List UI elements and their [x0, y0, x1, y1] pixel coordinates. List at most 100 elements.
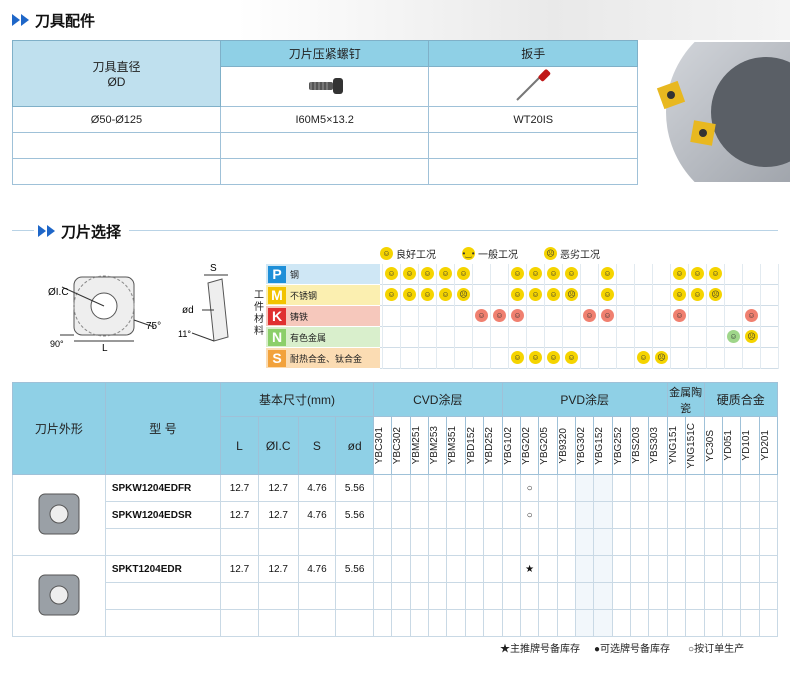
- grade-label: YBM351: [447, 426, 459, 465]
- grid-line: [760, 264, 761, 369]
- good-face-icon: ☺: [565, 267, 578, 280]
- grade-cell: [538, 555, 558, 583]
- grade-cell: [703, 582, 723, 610]
- material-letter: N: [268, 328, 286, 346]
- grade-cell: [758, 501, 779, 529]
- grade-label: YBC302: [392, 426, 404, 465]
- grid-line: [562, 264, 563, 369]
- grade-cell: [538, 609, 558, 637]
- grade-cell: [501, 555, 521, 583]
- grade-cell: [574, 501, 595, 529]
- dim-cell: 12.7: [257, 501, 299, 529]
- grade-cell: [391, 474, 411, 502]
- grade-header: YBD252: [483, 416, 503, 475]
- screw-value: I60M5×13.2: [219, 106, 430, 133]
- good-face-icon: ☺: [439, 288, 452, 301]
- grade-label: YBD252: [484, 426, 496, 465]
- material-letter: S: [268, 349, 286, 367]
- grade-cell: [428, 582, 448, 610]
- cutter-photo: [646, 42, 790, 182]
- grade-cell: [446, 609, 466, 637]
- grade-cell: [721, 474, 742, 502]
- grade-cell: [409, 582, 430, 610]
- grade-cell: [721, 582, 742, 610]
- grade-cell: [464, 609, 485, 637]
- grid-line: [454, 264, 455, 369]
- grade-cell: [593, 609, 613, 637]
- footer-star: ★主推牌号备库存: [500, 644, 580, 655]
- grade-cell: [666, 501, 687, 529]
- empty-cell: [428, 158, 638, 185]
- grade-cell: [593, 555, 613, 583]
- good-face-icon: ☺: [421, 288, 434, 301]
- grade-cell: [630, 609, 650, 637]
- grade-label: YBM251: [410, 426, 422, 465]
- grid-line: [544, 264, 545, 369]
- grade-cell: [409, 555, 430, 583]
- dim-cell: [297, 609, 337, 637]
- dim-cell: 4.76: [297, 474, 337, 502]
- dim-cell: [297, 582, 337, 610]
- grade-cell: [538, 474, 558, 502]
- table-row: SPKT1204EDR 12.7 12.7 4.76 5.56 ★: [12, 555, 779, 637]
- insert-icon: [38, 574, 80, 615]
- good-face-icon: ☺: [547, 267, 560, 280]
- material-row: P钢: [268, 264, 299, 284]
- grade-cell: [740, 582, 760, 610]
- cvd-header: CVD涂层: [373, 382, 503, 417]
- grade-label: YNG151C: [686, 422, 698, 469]
- good-face-icon: ☺: [601, 267, 614, 280]
- grade-cell: [556, 501, 576, 529]
- grade-cell: [593, 582, 613, 610]
- d-header: ød: [335, 416, 375, 475]
- legend: ☺ 良好工况 •‿• 一般工况 ☹ 恶劣工况: [380, 246, 600, 261]
- good-face-icon: ☺: [547, 351, 560, 364]
- grid-line: [706, 264, 707, 369]
- dim-cell: [335, 582, 375, 610]
- grid-line: [670, 264, 671, 369]
- grade-cell: [538, 501, 558, 529]
- grade-cell: [556, 474, 576, 502]
- insert-shape-cell: [12, 555, 106, 637]
- footer-legend: ★主推牌号备库存 ●可选牌号备库存 ○按订单生产: [500, 640, 744, 655]
- cermet-header: 金属陶瓷: [666, 382, 705, 417]
- good-face-icon: ☺: [601, 309, 614, 322]
- dim-cell: [220, 609, 259, 637]
- grade-header: YB9320: [556, 416, 576, 475]
- chevron-icon: [38, 225, 46, 237]
- good-face-icon: ☺: [421, 267, 434, 280]
- grid-line: [688, 264, 689, 369]
- grade-cell: [740, 609, 760, 637]
- grade-label: YBG302: [575, 426, 587, 465]
- grade-cell: [630, 582, 650, 610]
- grade-cell: [483, 501, 503, 529]
- good-face-icon: ☺: [511, 309, 524, 322]
- grade-cell: [428, 528, 448, 556]
- header-band: [0, 0, 790, 40]
- screw-image-cell: [219, 66, 430, 107]
- grade-cell: [685, 609, 705, 637]
- grade-cell: [501, 474, 521, 502]
- grade-cell: [373, 528, 393, 556]
- good-face-icon: ☺: [583, 309, 596, 322]
- grid-line: [400, 264, 401, 369]
- grade-cell: [703, 528, 723, 556]
- dim-cell: 12.7: [257, 555, 299, 583]
- good-face-icon: ☺: [709, 267, 722, 280]
- grid-line: [580, 264, 581, 369]
- grade-cell: [721, 501, 742, 529]
- empty-cell: [12, 132, 221, 159]
- model-cell: SPKT1204EDR: [104, 555, 222, 583]
- material-name: 不锈钢: [290, 290, 318, 301]
- grade-cell: [593, 474, 613, 502]
- grade-cell: [593, 528, 613, 556]
- grade-header: YBS303: [648, 416, 668, 475]
- grade-label: YBG252: [612, 426, 624, 465]
- grade-cell: [703, 501, 723, 529]
- grade-cell: [446, 474, 466, 502]
- grid-line: [526, 264, 527, 369]
- model-cell: [104, 528, 222, 556]
- row-divider: [380, 305, 778, 306]
- grid-line: [778, 264, 779, 369]
- grade-cell: [630, 555, 650, 583]
